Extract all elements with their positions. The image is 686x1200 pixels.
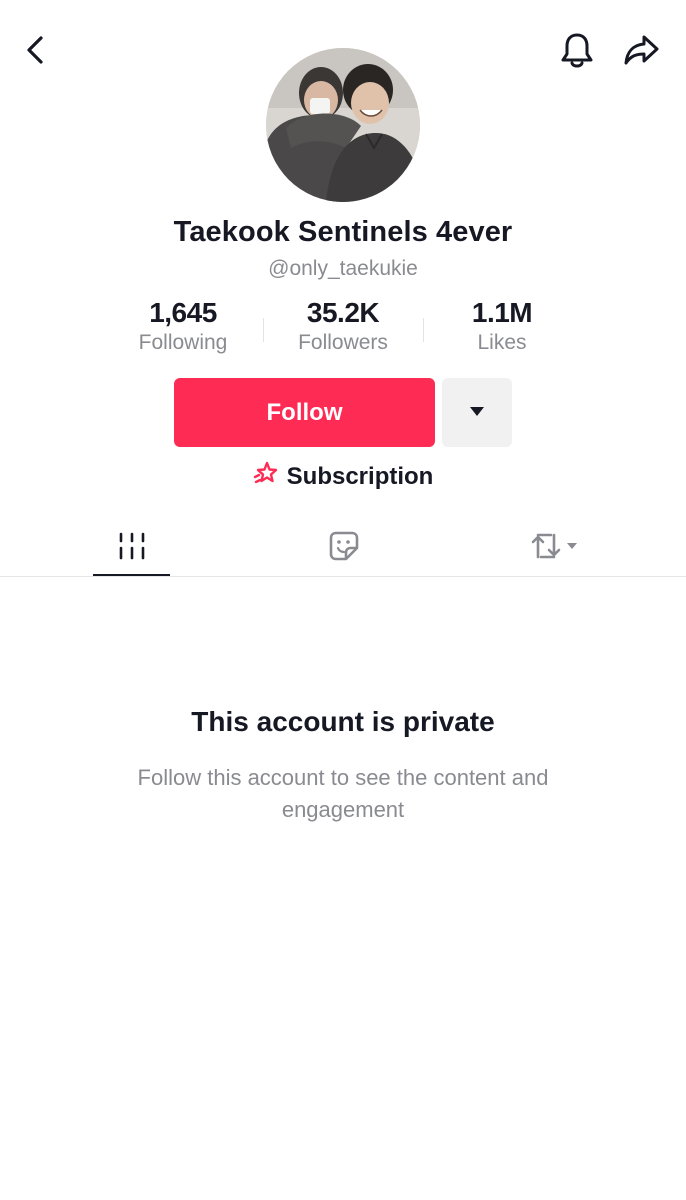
stat-likes[interactable]: 1.1M Likes	[422, 297, 582, 355]
share-arrow-icon	[622, 33, 660, 72]
notification-button[interactable]	[553, 28, 601, 76]
back-button[interactable]	[12, 28, 60, 76]
bell-icon	[559, 31, 595, 74]
avatar[interactable]	[266, 48, 420, 202]
tab-reposts[interactable]	[510, 520, 600, 576]
tabs-divider	[0, 576, 686, 577]
sticker-icon	[328, 530, 360, 567]
share-button[interactable]	[617, 28, 665, 76]
private-account-title: This account is private	[191, 706, 495, 737]
following-label: Following	[138, 331, 228, 354]
username: @only_taekukie	[268, 257, 418, 280]
stat-following[interactable]: 1,645 Following	[103, 297, 263, 355]
display-name: Taekook Sentinels 4ever	[173, 216, 513, 248]
tab-liked[interactable]	[305, 520, 382, 576]
grid-lines-icon	[117, 531, 147, 566]
chevron-left-icon	[24, 35, 48, 70]
follow-button[interactable]: Follow	[174, 378, 435, 447]
subscription-link[interactable]: Subscription	[0, 460, 686, 493]
subscription-label: Subscription	[286, 462, 434, 490]
repost-icon	[529, 530, 581, 567]
followers-count: 35.2K	[306, 297, 380, 328]
likes-count: 1.1M	[471, 297, 533, 328]
likes-label: Likes	[477, 331, 527, 354]
caret-down-icon	[469, 404, 485, 422]
following-count: 1,645	[149, 297, 217, 328]
tab-videos[interactable]	[93, 520, 170, 576]
star-sparkle-icon	[253, 460, 279, 493]
stat-followers[interactable]: 35.2K Followers	[263, 297, 423, 355]
private-account-description: Follow this account to see the content a…	[137, 765, 549, 822]
followers-label: Followers	[298, 331, 388, 354]
suggested-accounts-button[interactable]	[442, 378, 512, 447]
